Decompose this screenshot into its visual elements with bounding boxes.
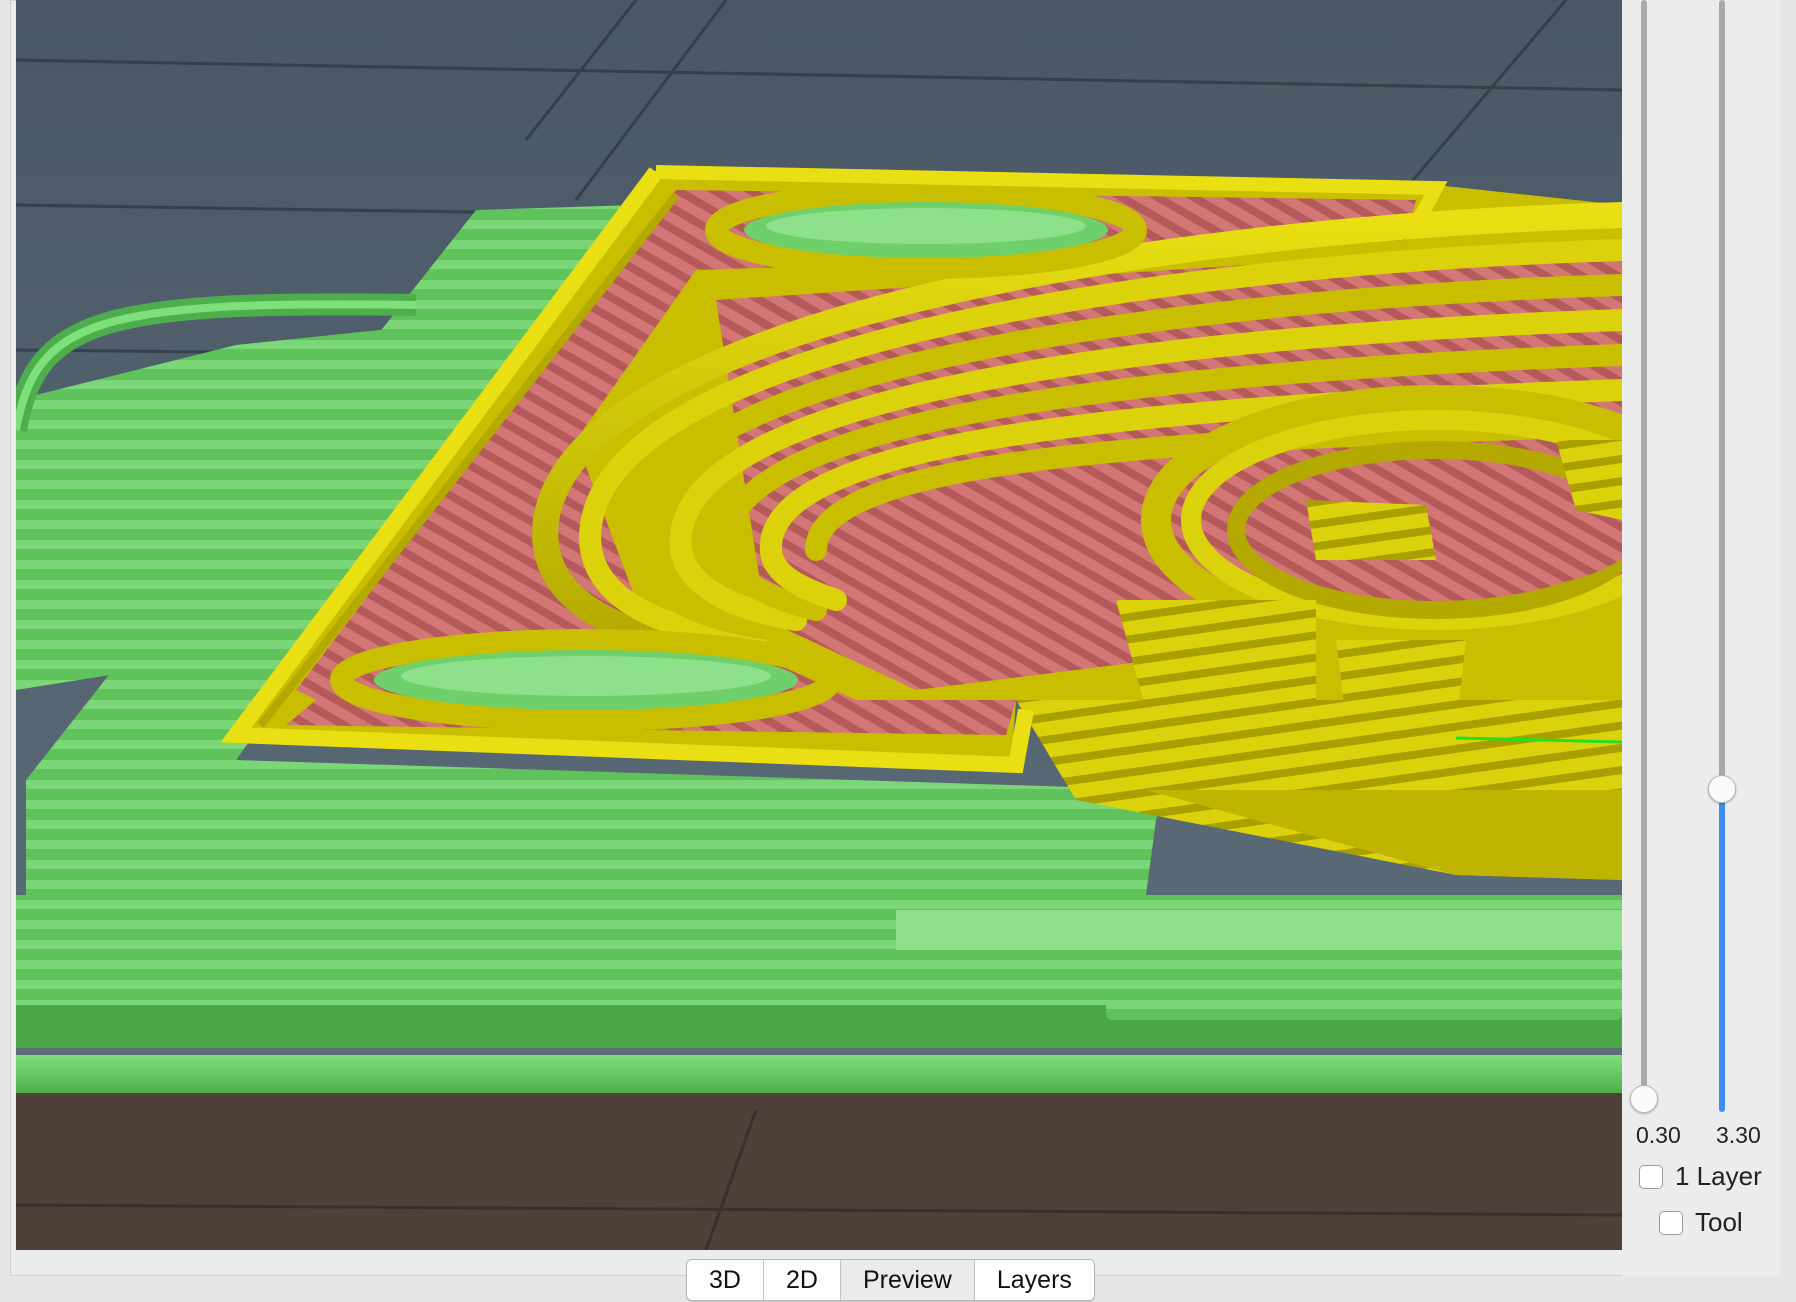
max-layer-value: 3.30 xyxy=(1716,1122,1761,1148)
toolpath-render xyxy=(16,0,1622,1250)
tab-2d[interactable]: 2D xyxy=(763,1260,841,1300)
tab-layers[interactable]: Layers xyxy=(974,1260,1094,1300)
min-layer-value: 0.30 xyxy=(1636,1122,1681,1148)
max-layer-slider-track[interactable] xyxy=(1719,0,1725,790)
tool-label: Tool xyxy=(1695,1207,1743,1237)
tab-3d[interactable]: 3D xyxy=(687,1260,764,1300)
tool-checkbox[interactable] xyxy=(1659,1210,1683,1235)
preview-3d-viewport[interactable] xyxy=(16,0,1622,1250)
min-layer-slider-track[interactable] xyxy=(1641,0,1647,1100)
one-layer-checkbox[interactable] xyxy=(1639,1164,1663,1189)
tab-preview[interactable]: Preview xyxy=(840,1260,975,1300)
one-layer-option[interactable]: 1 Layer xyxy=(1639,1161,1762,1192)
view-tab-bar: 3D 2D Preview Layers xyxy=(686,1259,1095,1301)
tool-option[interactable]: Tool xyxy=(1659,1207,1743,1238)
max-layer-slider-thumb[interactable] xyxy=(1708,775,1736,803)
one-layer-label: 1 Layer xyxy=(1675,1161,1762,1191)
min-layer-slider-thumb[interactable] xyxy=(1630,1085,1658,1113)
max-layer-slider-fill xyxy=(1719,790,1725,1112)
